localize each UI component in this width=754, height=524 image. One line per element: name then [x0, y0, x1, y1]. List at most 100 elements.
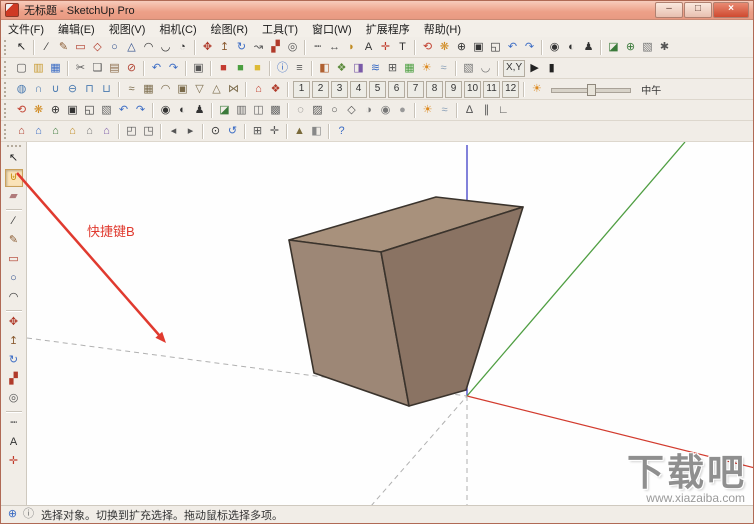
toolbar-grip[interactable]	[4, 123, 9, 139]
walk-tool[interactable]: ♟	[191, 102, 208, 119]
paint-bucket-tool[interactable]: ⊎	[4, 169, 23, 187]
3d-text-tool[interactable]: T	[394, 39, 411, 56]
intersect-tool[interactable]: ∩	[30, 81, 47, 98]
back-view-button[interactable]: ⌂	[81, 123, 98, 140]
parallel-projection-button[interactable]: ∥	[478, 102, 495, 119]
push-pull-tool[interactable]: ↥	[5, 333, 23, 351]
toolbar-grip[interactable]	[4, 102, 9, 118]
scene-tab-7[interactable]: 7	[407, 80, 424, 98]
line-tool[interactable]: ∕	[5, 213, 23, 231]
rectangle-tool[interactable]: ▭	[5, 251, 23, 269]
position-camera-tool[interactable]: ◉	[546, 39, 563, 56]
rotate-tool[interactable]: ↻	[5, 352, 23, 370]
zoom-extents-tool[interactable]: ◱	[487, 39, 504, 56]
scene-tab-9[interactable]: 9	[445, 80, 462, 98]
view-later-button[interactable]: ▸	[182, 123, 199, 140]
play-animation-button[interactable]: ▶	[526, 60, 543, 77]
zoom-window-tool[interactable]: ▣	[64, 102, 81, 119]
scenes-panel-button[interactable]: ▦	[401, 60, 418, 77]
save-button[interactable]: ▦	[47, 60, 64, 77]
zoom-tool[interactable]: ⊕	[47, 102, 64, 119]
menu-draw[interactable]: 绘图(R)	[204, 20, 255, 38]
outer-shell-tool[interactable]: ◍	[13, 81, 30, 98]
perspective-button[interactable]: ∆	[461, 102, 478, 119]
axes-tool[interactable]: ✛	[377, 39, 394, 56]
zoom-photo-tool[interactable]: ▧	[98, 102, 115, 119]
split-tool[interactable]: ⊔	[98, 81, 115, 98]
menu-camera[interactable]: 相机(C)	[152, 20, 203, 38]
circle-tool[interactable]: ○	[106, 39, 123, 56]
cube-model[interactable]	[288, 196, 524, 407]
move-tool[interactable]: ✥	[5, 314, 23, 332]
walk-tool[interactable]: ♟	[580, 39, 597, 56]
paste-button[interactable]: ▤	[106, 60, 123, 77]
outliner-panel-button[interactable]: ⊞	[384, 60, 401, 77]
wireframe-style-button[interactable]: ○	[326, 102, 343, 119]
left-view-button[interactable]: ⌂	[98, 123, 115, 140]
zoom-tool[interactable]: ⊕	[453, 39, 470, 56]
select-tool[interactable]: ↖	[5, 150, 23, 168]
model-info-button[interactable]: ⓘ	[274, 60, 291, 77]
front-view-button[interactable]: ⌂	[47, 123, 64, 140]
display-section-fill-button[interactable]: ▩	[267, 102, 284, 119]
soften-edges-button[interactable]: ◡	[477, 60, 494, 77]
print-button[interactable]: ▣	[190, 60, 207, 77]
layers-panel-button[interactable]: ≋	[367, 60, 384, 77]
offset-tool[interactable]: ◎	[5, 390, 23, 408]
push-pull-tool[interactable]: ↥	[216, 39, 233, 56]
credits-icon[interactable]: ⓘ	[21, 507, 36, 522]
pie-tool[interactable]: ◔	[174, 39, 191, 56]
open-button[interactable]: ▥	[30, 60, 47, 77]
scale-tool[interactable]: ▞	[267, 39, 284, 56]
polygon-tool[interactable]: △	[123, 39, 140, 56]
refresh-view-button[interactable]: ↺	[224, 123, 241, 140]
rectangle-tool[interactable]: ▭	[72, 39, 89, 56]
dimension-tool[interactable]: ↔	[326, 39, 343, 56]
menu-tools[interactable]: 工具(T)	[255, 20, 305, 38]
axes-tool[interactable]: ✛	[5, 453, 23, 471]
arc-tool[interactable]: ◠	[140, 39, 157, 56]
next-view-button[interactable]: ↷	[132, 102, 149, 119]
line-tool[interactable]: ∕	[38, 39, 55, 56]
pause-animation-button[interactable]: ▮	[543, 60, 560, 77]
menu-edit[interactable]: 编辑(E)	[51, 20, 102, 38]
new-button[interactable]: ▢	[13, 60, 30, 77]
trim-tool[interactable]: ⊓	[81, 81, 98, 98]
freehand-tool[interactable]: ✎	[5, 232, 23, 250]
subtract-tool[interactable]: ⊖	[64, 81, 81, 98]
zoom-selection-button[interactable]: ⊙	[207, 123, 224, 140]
scene-tab-4[interactable]: 4	[350, 80, 367, 98]
from-contours-tool[interactable]: ≈	[123, 81, 140, 98]
scene-tab-6[interactable]: 6	[388, 80, 405, 98]
follow-me-tool[interactable]: ↝	[250, 39, 267, 56]
from-scratch-tool[interactable]: ▦	[140, 81, 157, 98]
tape-measure-tool[interactable]: ┉	[5, 415, 23, 433]
toolbar-grip[interactable]	[4, 39, 9, 55]
scene-tab-1[interactable]: 1	[293, 80, 310, 98]
3d-viewport[interactable]	[27, 142, 753, 505]
terrain-toggle-button[interactable]: ▲	[291, 123, 308, 140]
erase-button[interactable]: ⊘	[123, 60, 140, 77]
shadow-toggle-button[interactable]: ☀	[528, 81, 545, 98]
redo-button[interactable]: ↷	[165, 60, 182, 77]
titlebar[interactable]: 无标题 - SketchUp Pro – □ ×	[1, 1, 753, 20]
eraser-tool[interactable]: ▰	[5, 188, 23, 206]
extension-warehouse-button[interactable]: ❖	[267, 81, 284, 98]
two-point-arc-tool[interactable]: ◡	[157, 39, 174, 56]
back-edges-style-button[interactable]: ▨	[309, 102, 326, 119]
menu-view[interactable]: 视图(V)	[102, 20, 153, 38]
material-green-swatch[interactable]: ■	[232, 60, 249, 77]
scene-tab-10[interactable]: 10	[464, 80, 482, 98]
fog-panel-button[interactable]: ≈	[435, 60, 452, 77]
materials-panel-button[interactable]: ◧	[316, 60, 333, 77]
hide-rest-of-model-button[interactable]: ◰	[123, 123, 140, 140]
shaded-style-button[interactable]: ◑	[360, 102, 377, 119]
scene-tab-3[interactable]: 3	[331, 80, 348, 98]
xray-style-button[interactable]: ◌	[292, 102, 309, 119]
components-panel-button[interactable]: ❖	[333, 60, 350, 77]
menu-help[interactable]: 帮助(H)	[417, 20, 468, 38]
look-around-tool[interactable]: ◐	[563, 39, 580, 56]
minimize-button[interactable]: –	[655, 2, 683, 18]
geolocation-icon[interactable]: ⊕	[5, 507, 20, 522]
monochrome-style-button[interactable]: ●	[394, 102, 411, 119]
